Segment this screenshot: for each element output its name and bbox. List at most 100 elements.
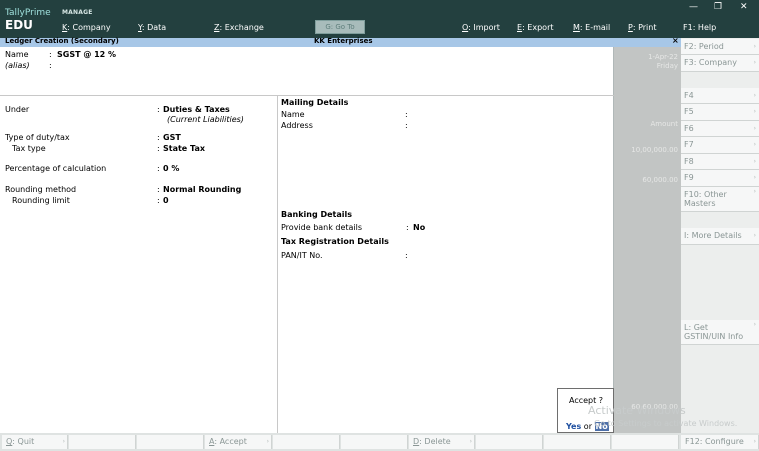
name-label: Name <box>5 50 29 59</box>
top-bar: TallyPrime EDU MANAGE K: Company Y: Data… <box>0 0 759 38</box>
chevron-right-icon: › <box>753 43 756 50</box>
print-menu[interactable]: P: Print <box>628 23 656 32</box>
empty-button-5[interactable] <box>476 435 543 449</box>
close-screen-icon[interactable]: × <box>672 36 679 45</box>
duty-type-colon: : <box>157 133 160 142</box>
empty-button-4[interactable] <box>341 435 408 449</box>
tax-type-colon: : <box>157 144 160 153</box>
company-name: KK Enterprises <box>314 37 373 45</box>
company-button[interactable]: F3: Company › <box>681 55 759 72</box>
empty-button-3[interactable] <box>273 435 340 449</box>
chevron-right-icon: › <box>753 141 756 148</box>
close-window-icon[interactable]: ✕ <box>740 2 748 12</box>
chevron-right-icon: › <box>753 232 756 239</box>
period-day: Friday <box>656 62 678 70</box>
manage-label: MANAGE <box>62 9 93 16</box>
section-divider <box>0 95 614 96</box>
duty-type-field[interactable]: GST <box>163 133 181 142</box>
banking-details-header: Banking Details <box>281 210 352 219</box>
tax-type-label: Tax type <box>12 144 46 153</box>
background-report-overlay: 1-Apr-22 Friday Amount 10,00,000.00 60,0… <box>614 47 681 433</box>
other-masters-button[interactable]: F10: Other Masters › <box>681 187 759 212</box>
f7-button[interactable]: F7 › <box>681 137 759 154</box>
under-label: Under <box>5 105 30 114</box>
export-menu[interactable]: E: Export <box>517 23 554 32</box>
amount-header: Amount <box>650 120 678 128</box>
company-menu[interactable]: K: Company <box>62 23 111 32</box>
exchange-menu[interactable]: Z: Exchange <box>214 23 264 32</box>
percentage-label: Percentage of calculation <box>5 164 107 173</box>
under-colon: : <box>157 105 160 114</box>
under-field[interactable]: Duties & Taxes <box>163 105 230 114</box>
rounding-limit-field[interactable]: 0 <box>163 196 169 205</box>
data-menu[interactable]: Y: Data <box>138 23 166 32</box>
yes-button[interactable]: Yes <box>566 422 581 431</box>
percentage-colon: : <box>157 164 160 173</box>
screen-title-bar: Ledger Creation (Secondary) KK Enterpris… <box>0 36 681 47</box>
name-colon: : <box>49 50 52 59</box>
brand-edition: EDU <box>5 18 33 32</box>
period-button[interactable]: F2: Period › <box>681 39 759 55</box>
mailing-address-colon: : <box>405 121 408 130</box>
ledger-form: Name : SGST @ 12 % (alias) : Under : Dut… <box>0 47 614 433</box>
chevron-right-icon: › <box>62 438 65 445</box>
activate-windows-hint: Go to Settings to activate Windows. <box>594 419 738 428</box>
tax-type-field[interactable]: State Tax <box>163 144 205 153</box>
get-gstin-button[interactable]: L: Get GSTIN/UIN Info › <box>681 320 759 345</box>
pan-label: PAN/IT No. <box>281 251 323 260</box>
rounding-method-label: Rounding method <box>5 185 77 194</box>
rounding-method-colon: : <box>157 185 160 194</box>
alias-label: (alias) <box>5 61 30 70</box>
bottom-button-bar: Q: Quit › A: Accept › D: Delete › F12: Conf… <box>0 433 759 451</box>
f4-button[interactable]: F4 › <box>681 88 759 104</box>
brand-logo: TallyPrime EDU <box>5 8 51 32</box>
chevron-right-icon: › <box>469 438 472 445</box>
provide-bank-colon: : <box>406 223 409 232</box>
tax-registration-header: Tax Registration Details <box>281 237 389 246</box>
name-field[interactable]: SGST @ 12 % <box>57 50 116 59</box>
alias-colon: : <box>49 61 52 70</box>
or-text: or <box>583 422 592 431</box>
f8-button[interactable]: F8 › <box>681 154 759 170</box>
empty-button-1[interactable] <box>69 435 136 449</box>
f9-button[interactable]: F9 › <box>681 170 759 187</box>
empty-button-6[interactable] <box>544 435 611 449</box>
activate-windows-watermark: Activate Windows <box>588 404 686 417</box>
duty-type-label: Type of duty/tax <box>5 133 70 142</box>
quit-button[interactable]: Q: Quit › <box>2 435 68 449</box>
under-group-note: (Current Liabilities) <box>167 115 244 124</box>
period-date: 1-Apr-22 <box>648 53 678 61</box>
provide-bank-label: Provide bank details <box>281 223 363 232</box>
delete-button[interactable]: D: Delete › <box>409 435 475 449</box>
amount-2: 60,000.00 <box>642 176 678 184</box>
rounding-limit-colon: : <box>157 196 160 205</box>
percentage-field[interactable]: 0 % <box>163 164 179 173</box>
restore-icon[interactable]: ❐ <box>714 2 722 12</box>
rounding-method-field[interactable]: Normal Rounding <box>163 185 241 194</box>
chevron-right-icon: › <box>266 438 269 445</box>
chevron-right-icon: › <box>753 174 756 181</box>
empty-button-2[interactable] <box>137 435 204 449</box>
screen-title: Ledger Creation (Secondary) <box>5 37 119 45</box>
chevron-right-icon: › <box>753 438 756 445</box>
chevron-right-icon: › <box>753 321 756 328</box>
chevron-right-icon: › <box>753 125 756 132</box>
accept-button[interactable]: A: Accept › <box>205 435 272 449</box>
configure-button[interactable]: F12: Configure › <box>681 435 759 449</box>
help-menu[interactable]: F1: Help <box>683 23 716 32</box>
mailing-name-colon: : <box>405 110 408 119</box>
goto-button[interactable]: G: Go To <box>315 20 365 34</box>
provide-bank-field[interactable]: No <box>413 223 425 232</box>
column-divider <box>277 96 278 434</box>
import-menu[interactable]: O: Import <box>462 23 500 32</box>
mailing-address-label: Address <box>281 121 313 130</box>
f5-button[interactable]: F5 › <box>681 104 759 121</box>
more-details-button[interactable]: I: More Details › <box>681 228 759 245</box>
minimize-icon[interactable]: — <box>689 2 698 12</box>
chevron-right-icon: › <box>753 108 756 115</box>
email-menu[interactable]: M: E-mail <box>573 23 610 32</box>
empty-button-7[interactable] <box>612 435 679 449</box>
f6-button[interactable]: F6 › <box>681 121 759 137</box>
pan-colon: : <box>405 251 408 260</box>
rounding-limit-label: Rounding limit <box>12 196 70 205</box>
